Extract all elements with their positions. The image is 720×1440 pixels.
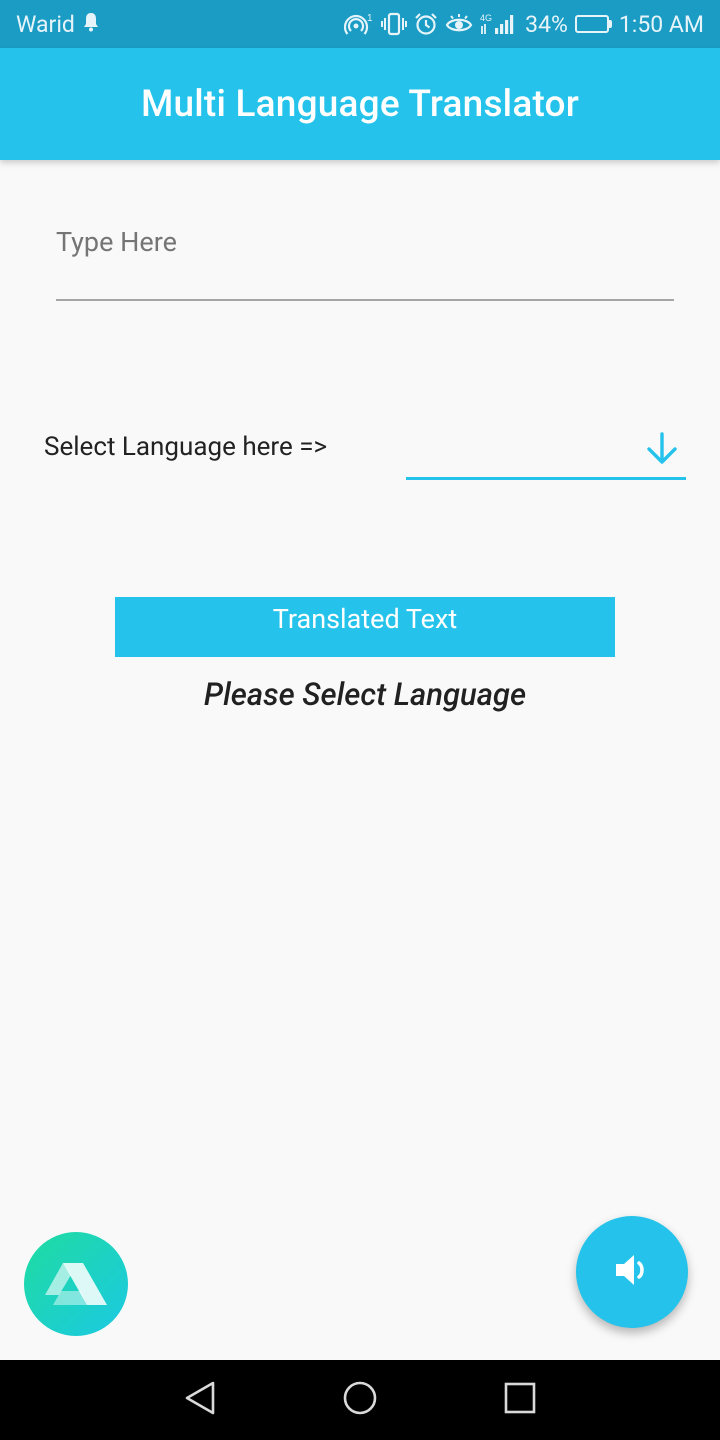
hotspot-icon: 1 (344, 12, 374, 36)
arrow-down-icon (644, 431, 680, 471)
battery-body (574, 15, 609, 33)
notification-bell-icon (82, 11, 100, 38)
volume-icon (612, 1250, 652, 1294)
language-dropdown[interactable] (406, 424, 686, 480)
translated-text-header: Translated Text (115, 597, 615, 657)
status-left: Warid (16, 11, 100, 38)
vibrate-icon (381, 12, 408, 36)
home-icon (342, 1380, 378, 1420)
text-input-container (56, 200, 674, 301)
back-icon (183, 1380, 217, 1420)
app-logo-icon[interactable] (24, 1232, 128, 1336)
screen: Warid 1 4G 34% 1:50 AM Multi Language Tr… (0, 0, 720, 1440)
clock: 1:50 AM (618, 10, 704, 38)
speak-button[interactable] (576, 1216, 688, 1328)
text-input[interactable] (56, 212, 674, 272)
network-type: 4G (480, 13, 492, 23)
battery-tip (608, 20, 612, 28)
battery-percent: 34% (525, 10, 568, 38)
status-bar: Warid 1 4G 34% 1:50 AM (0, 0, 720, 48)
navigation-bar (0, 1360, 720, 1440)
app-title: Multi Language Translator (140, 82, 580, 126)
status-right: 1 4G 34% 1:50 AM (344, 11, 704, 38)
svg-text:1: 1 (367, 13, 373, 24)
app-bar: Multi Language Translator (0, 48, 720, 160)
carrier-name: Warid (16, 10, 75, 38)
battery-icon (574, 15, 612, 33)
alarm-icon (414, 12, 438, 36)
recents-icon (504, 1382, 536, 1418)
home-button[interactable] (330, 1370, 390, 1430)
translated-result-text: Please Select Language (203, 676, 527, 713)
back-button[interactable] (170, 1370, 230, 1430)
signal-icon: 4G (480, 12, 518, 36)
recents-button[interactable] (490, 1370, 550, 1430)
eye-comfort-icon (445, 12, 473, 36)
select-language-label: Select Language here => (44, 432, 328, 462)
